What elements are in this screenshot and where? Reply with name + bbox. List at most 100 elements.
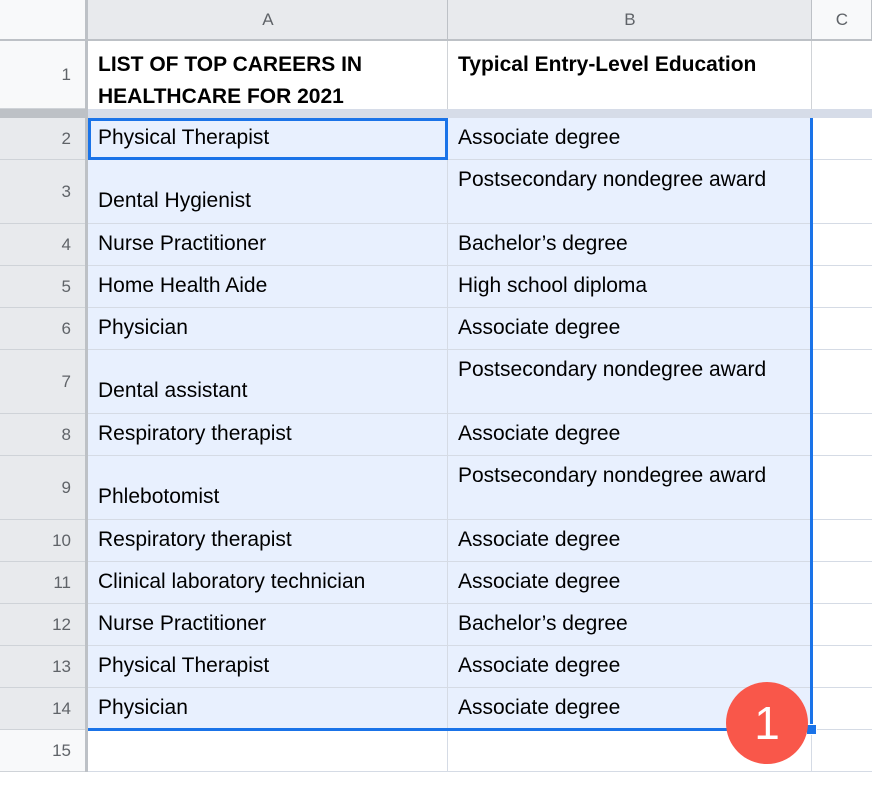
cell-text: Bachelor’s degree	[458, 612, 628, 635]
cell-A9[interactable]: Phlebotomist	[88, 456, 448, 520]
cell-text: Home Health Aide	[98, 274, 268, 297]
cell-C14[interactable]	[812, 688, 872, 730]
row-header-13[interactable]: 13	[0, 646, 85, 688]
row-header-number: 5	[61, 276, 71, 296]
cell-C3[interactable]	[812, 160, 872, 224]
cell-B9[interactable]: Postsecondary nondegree award	[448, 456, 812, 520]
selection-top-band	[88, 109, 872, 118]
row-header-number: 13	[52, 656, 71, 676]
row-header-7[interactable]: 7	[0, 350, 85, 414]
cell-A5[interactable]: Home Health Aide	[88, 266, 448, 308]
selection-border-right	[810, 118, 813, 730]
cell-C1[interactable]	[812, 41, 872, 109]
cell-C4[interactable]	[812, 224, 872, 266]
row-header-14[interactable]: 14	[0, 688, 85, 730]
cell-C7[interactable]	[812, 350, 872, 414]
row-header-number: 9	[61, 477, 71, 497]
select-all-corner[interactable]	[0, 0, 85, 39]
cell-C13[interactable]	[812, 646, 872, 688]
cell-C8[interactable]	[812, 414, 872, 456]
cell-A2[interactable]: Physical Therapist	[88, 118, 448, 160]
cell-B3[interactable]: Postsecondary nondegree award	[448, 160, 812, 224]
row-header-number: 15	[52, 740, 71, 760]
cell-text: Associate degree	[458, 528, 621, 551]
cell-text: Associate degree	[458, 696, 621, 719]
cell-B5[interactable]: High school diploma	[448, 266, 812, 308]
cell-B7[interactable]: Postsecondary nondegree award	[448, 350, 812, 414]
cell-B2[interactable]: Associate degree	[448, 118, 812, 160]
row-header-number: 8	[61, 424, 71, 444]
cell-A8[interactable]: Respiratory therapist	[88, 414, 448, 456]
cell-A14[interactable]: Physician	[88, 688, 448, 730]
row-header-band	[0, 109, 88, 118]
column-header-b[interactable]: B	[448, 0, 812, 39]
cell-text: Associate degree	[458, 316, 621, 339]
cell-C5[interactable]	[812, 266, 872, 308]
cell-A3[interactable]: Dental Hygienist	[88, 160, 448, 224]
cell-A6[interactable]: Physician	[88, 308, 448, 350]
row-header-4[interactable]: 4	[0, 224, 85, 266]
cell-B6[interactable]: Associate degree	[448, 308, 812, 350]
cell-text: Nurse Practitioner	[98, 232, 267, 255]
cell-C12[interactable]	[812, 604, 872, 646]
cell-C11[interactable]	[812, 562, 872, 604]
row-header-number: 7	[61, 371, 71, 391]
spreadsheet-grid[interactable]: A B C 1 LIST OF TOP CAREERS IN HEALTHCARE FO…	[0, 0, 872, 808]
row-header-2[interactable]: 2	[0, 118, 85, 160]
row-header-10[interactable]: 10	[0, 520, 85, 562]
cell-B13[interactable]: Associate degree	[448, 646, 812, 688]
cell-A10[interactable]: Respiratory therapist	[88, 520, 448, 562]
cell-B8[interactable]: Associate degree	[448, 414, 812, 456]
column-header-a[interactable]: A	[88, 0, 448, 39]
column-header-c[interactable]: C	[812, 0, 872, 39]
row-header-3[interactable]: 3	[0, 160, 85, 224]
cell-B12[interactable]: Bachelor’s degree	[448, 604, 812, 646]
cell-C6[interactable]	[812, 308, 872, 350]
cell-text: Typical Entry-Level Education	[458, 53, 757, 76]
cell-text: Physical Therapist	[98, 654, 270, 677]
column-header-label: A	[262, 9, 274, 29]
cell-B4[interactable]: Bachelor’s degree	[448, 224, 812, 266]
cell-A11[interactable]: Clinical laboratory technician	[88, 562, 448, 604]
cell-A12[interactable]: Nurse Practitioner	[88, 604, 448, 646]
row-header-1[interactable]: 1	[0, 41, 85, 109]
cell-text: Phlebotomist	[98, 485, 220, 508]
row-header-8[interactable]: 8	[0, 414, 85, 456]
row-header-15[interactable]: 15	[0, 730, 85, 772]
cell-A13[interactable]: Physical Therapist	[88, 646, 448, 688]
cell-B11[interactable]: Associate degree	[448, 562, 812, 604]
cell-A1[interactable]: LIST OF TOP CAREERS IN HEALTHCARE FOR 20…	[88, 41, 448, 109]
row-header-9[interactable]: 9	[0, 456, 85, 520]
cell-text: High school diploma	[458, 274, 648, 297]
cell-A7[interactable]: Dental assistant	[88, 350, 448, 414]
row-header-number: 14	[52, 698, 71, 718]
cell-A4[interactable]: Nurse Practitioner	[88, 224, 448, 266]
cell-text: Associate degree	[458, 570, 621, 593]
cell-text: Physician	[98, 696, 188, 719]
column-header-strip: A B C	[0, 0, 872, 41]
cell-text: Postsecondary nondegree award	[458, 464, 767, 487]
cell-B10[interactable]: Associate degree	[448, 520, 812, 562]
row-header-number: 12	[52, 614, 71, 634]
row-header-12[interactable]: 12	[0, 604, 85, 646]
cell-A15[interactable]	[88, 730, 448, 772]
cell-text: Respiratory therapist	[98, 528, 292, 551]
cell-text: Physician	[98, 316, 188, 339]
cell-C9[interactable]	[812, 456, 872, 520]
selection-border-bottom	[88, 728, 812, 731]
cell-text: Dental Hygienist	[98, 189, 251, 212]
cell-C10[interactable]	[812, 520, 872, 562]
row-header-5[interactable]: 5	[0, 266, 85, 308]
row-header-6[interactable]: 6	[0, 308, 85, 350]
cell-text: Postsecondary nondegree award	[458, 358, 767, 381]
cell-text: Nurse Practitioner	[98, 612, 267, 635]
cell-text: LIST OF TOP CAREERS IN HEALTHCARE FOR 20…	[98, 53, 368, 108]
cell-C2[interactable]	[812, 118, 872, 160]
cell-B1[interactable]: Typical Entry-Level Education	[448, 41, 812, 109]
row-header-number: 2	[61, 128, 71, 148]
cell-C15[interactable]	[812, 730, 872, 772]
row-header-number: 10	[52, 530, 71, 550]
row-header-11[interactable]: 11	[0, 562, 85, 604]
row-header-number: 4	[61, 234, 71, 254]
annotation-badge-1: 1	[726, 682, 808, 764]
